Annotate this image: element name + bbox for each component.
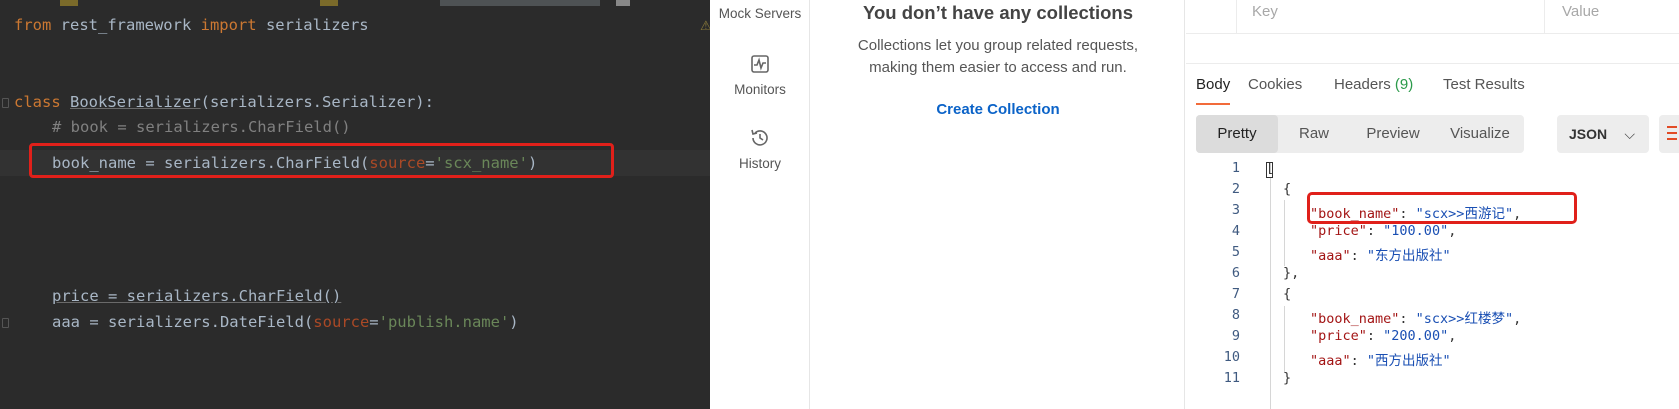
line-number: 8 bbox=[1231, 307, 1240, 323]
json-line: { bbox=[1283, 181, 1292, 197]
indent-guide bbox=[1270, 178, 1271, 409]
chevron-down-icon: ⌵ bbox=[1624, 126, 1635, 142]
view-raw-button[interactable]: Raw bbox=[1278, 115, 1350, 153]
column-divider bbox=[1236, 0, 1237, 34]
indent-guide bbox=[1284, 306, 1285, 372]
json-line: "aaa": "东方出版社" bbox=[1310, 248, 1451, 264]
params-table-row[interactable] bbox=[1186, 34, 1679, 64]
json-line: }, bbox=[1283, 265, 1300, 281]
view-preview-button[interactable]: Preview bbox=[1350, 115, 1436, 153]
code-line-price: price = serializers.CharField() bbox=[52, 287, 342, 305]
file-icon bbox=[616, 0, 630, 6]
warning-icon: ⚠ bbox=[700, 18, 710, 33]
line-number: 7 bbox=[1231, 286, 1240, 302]
editor-tab-active[interactable] bbox=[440, 0, 600, 6]
tab-body[interactable]: Body bbox=[1196, 76, 1230, 93]
line-number: 1 bbox=[1231, 160, 1240, 176]
json-line: } bbox=[1283, 370, 1292, 386]
fold-marker-icon[interactable] bbox=[2, 318, 9, 328]
sidebar-item-history[interactable]: History bbox=[710, 126, 810, 171]
format-select-value: JSON bbox=[1569, 126, 1608, 142]
json-line: "aaa": "西方出版社" bbox=[1310, 353, 1451, 369]
sidebar-item-mock-servers[interactable]: Mock Servers bbox=[710, 6, 810, 21]
editor-tab-bar bbox=[0, 0, 710, 6]
json-line: "price": "200.00", bbox=[1310, 328, 1457, 344]
code-line-class: class BookSerializer(serializers.Seriali… bbox=[14, 93, 434, 111]
postman-sidebar: Mock Servers Monitors History bbox=[710, 0, 810, 409]
response-panel: Key Value Body Cookies Headers (9) Test … bbox=[1186, 0, 1679, 409]
empty-state-title: You don’t have any collections bbox=[862, 2, 1133, 23]
sidebar-item-label: History bbox=[738, 156, 781, 171]
view-pretty-button[interactable]: Pretty bbox=[1196, 115, 1278, 153]
json-line: [ bbox=[1266, 160, 1275, 176]
file-icon bbox=[320, 0, 338, 6]
empty-state-description: Collections let you group related reques… bbox=[857, 37, 1139, 76]
json-line: "book_name": "scx>>红楼梦", bbox=[1310, 311, 1522, 327]
response-body-viewer[interactable]: 1 2 3 4 5 6 7 8 9 10 11 [ { "book_name":… bbox=[1186, 158, 1679, 409]
headers-count-badge: (9) bbox=[1394, 76, 1414, 93]
wrap-lines-icon bbox=[1667, 126, 1677, 128]
book-name-highlight-box bbox=[1307, 192, 1577, 224]
code-line-comment: # book = serializers.CharField() bbox=[52, 118, 351, 136]
params-table-header: Key Value bbox=[1186, 0, 1679, 34]
code-line-1: from rest_framework import serializers bbox=[14, 16, 369, 34]
line-number: 6 bbox=[1231, 265, 1240, 281]
sidebar-item-label: Mock Servers bbox=[718, 6, 802, 21]
fold-marker-icon[interactable] bbox=[2, 98, 9, 108]
wrap-lines-button[interactable] bbox=[1659, 115, 1679, 153]
history-icon bbox=[751, 129, 768, 146]
view-visualize-button[interactable]: Visualize bbox=[1436, 115, 1524, 153]
code-editor[interactable]: ⚠ from rest_framework import serializers… bbox=[0, 0, 710, 409]
tab-headers[interactable]: Headers (9) bbox=[1334, 76, 1413, 93]
create-collection-link[interactable]: Create Collection bbox=[811, 101, 1185, 118]
response-view-toggle: Pretty Raw Preview Visualize bbox=[1196, 115, 1524, 153]
line-number: 10 bbox=[1223, 349, 1240, 365]
json-line: { bbox=[1283, 286, 1292, 302]
tab-test-results[interactable]: Test Results bbox=[1443, 76, 1525, 93]
indent-guide bbox=[1284, 200, 1285, 266]
line-number: 5 bbox=[1231, 244, 1240, 260]
key-column-header: Key bbox=[1252, 3, 1278, 20]
value-column-header: Value bbox=[1562, 3, 1600, 20]
collections-panel: You don’t have any collections Collectio… bbox=[811, 0, 1185, 409]
json-line: "price": "100.00", bbox=[1310, 223, 1457, 239]
sidebar-item-label: Monitors bbox=[734, 82, 786, 97]
book-name-highlight-box bbox=[29, 143, 614, 178]
code-line-aaa: aaa = serializers.DateField(source='publ… bbox=[52, 313, 519, 331]
line-number: 4 bbox=[1231, 223, 1240, 239]
file-icon bbox=[60, 0, 78, 6]
sidebar-item-monitors[interactable]: Monitors bbox=[710, 52, 810, 97]
column-divider bbox=[1544, 0, 1545, 34]
active-tab-indicator bbox=[1196, 103, 1230, 105]
line-number: 11 bbox=[1223, 370, 1240, 386]
monitor-icon bbox=[751, 55, 769, 73]
line-number: 3 bbox=[1231, 202, 1240, 218]
tab-cookies[interactable]: Cookies bbox=[1248, 76, 1302, 93]
line-number: 2 bbox=[1231, 181, 1240, 197]
format-select[interactable]: JSON ⌵ bbox=[1557, 115, 1649, 153]
line-number: 9 bbox=[1231, 328, 1240, 344]
